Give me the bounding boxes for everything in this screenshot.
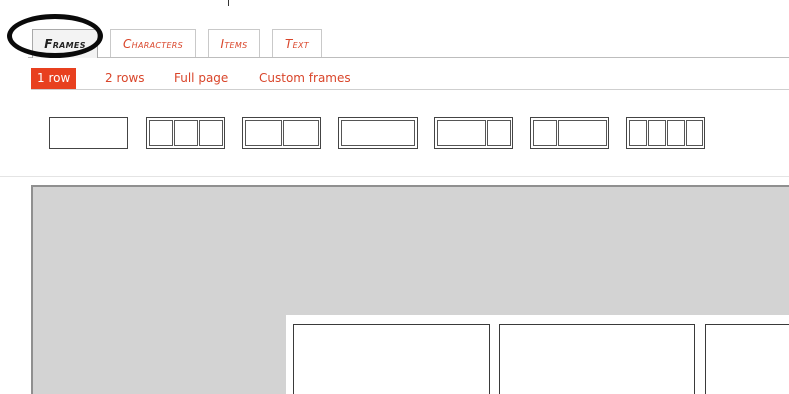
comic-frame[interactable]: [705, 324, 789, 394]
mode-custom-frames[interactable]: Custom frames: [259, 68, 351, 89]
tab-characters[interactable]: Characters: [110, 29, 196, 57]
mode-full-page[interactable]: Full page: [174, 68, 228, 89]
layout-cell: [283, 120, 319, 146]
layout-cell: [149, 120, 173, 146]
tab-frames[interactable]: Frames: [32, 29, 98, 58]
layout-cell: [341, 120, 415, 146]
layout-single-panel[interactable]: [49, 117, 128, 149]
layout-cell: [533, 120, 557, 146]
layout-cell: [437, 120, 486, 146]
layout-four-equal[interactable]: [626, 117, 705, 149]
tab-text[interactable]: Text: [272, 29, 322, 57]
layout-two-equal[interactable]: [242, 117, 321, 149]
comic-frame[interactable]: [499, 324, 695, 394]
layout-wide-then-narrow[interactable]: [434, 117, 513, 149]
layout-cell: [245, 120, 282, 146]
comic-frame[interactable]: [293, 324, 490, 394]
layout-narrow-then-wide[interactable]: [530, 117, 609, 149]
top-edge: [0, 0, 789, 6]
top-edge-mark: [228, 0, 229, 6]
layout-cell: [686, 120, 703, 146]
mode-2-rows[interactable]: 2 rows: [105, 68, 145, 89]
tab-bar-underline: [28, 57, 789, 58]
layout-cell: [667, 120, 685, 146]
layout-cell: [199, 120, 223, 146]
layout-cell: [487, 120, 511, 146]
layout-cell: [174, 120, 198, 146]
layout-three-equal[interactable]: [146, 117, 225, 149]
subnav-divider: [31, 89, 789, 90]
layout-cell: [648, 120, 666, 146]
mode-1-row[interactable]: 1 row: [31, 68, 77, 89]
section-divider: [0, 176, 789, 177]
tab-bar: Frames Characters Items Text: [28, 25, 789, 58]
tab-items[interactable]: Items: [208, 29, 260, 57]
layout-cell: [558, 120, 607, 146]
layout-cell: [629, 120, 647, 146]
layout-single-wide[interactable]: [338, 117, 418, 149]
